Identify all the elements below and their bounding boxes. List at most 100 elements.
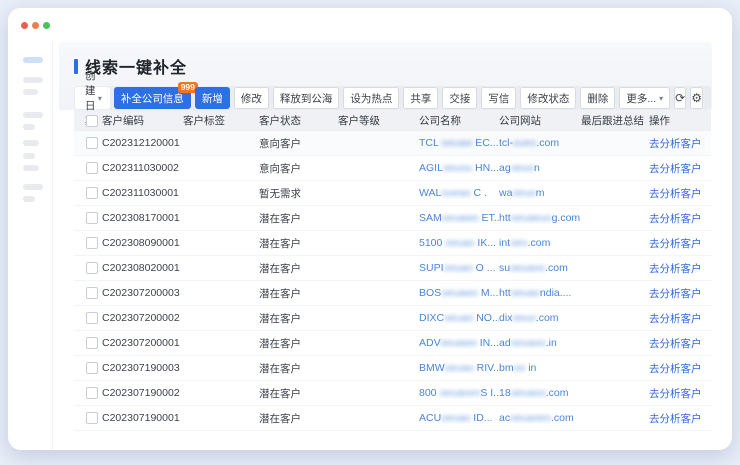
sidebar-skeleton-item[interactable] [23,140,39,146]
redacted-text: oeuaoo [511,387,546,399]
table-row: C202311030001 暂无需求 WALoueao C . waoeuom … [74,181,711,206]
row-checkbox[interactable] [86,337,98,349]
company-name-link[interactable]: BMWoeuao RIV... [419,362,499,374]
col-last-followup: 最后跟进总结 [581,113,649,128]
delete-button[interactable]: 删除 [580,87,615,109]
company-website-link[interactable]: agoeuon [499,162,581,174]
row-checkbox[interactable] [86,312,98,324]
sidebar-skeleton-item[interactable] [23,196,35,202]
company-website-link[interactable]: intoeo.com [499,237,581,249]
complete-company-info-button[interactable]: 补全公司信息 999 [114,87,191,109]
redacted-text: oeuawo [441,287,478,299]
company-website-link[interactable]: acoeuaoeo.com [499,412,581,424]
traffic-light-minimize-icon[interactable] [32,22,39,29]
analyze-customer-link[interactable]: 去分析客户 [649,163,702,175]
company-name-link[interactable]: SAMoeuawo ET... [419,212,499,224]
analyze-customer-link[interactable]: 去分析客户 [649,188,702,200]
company-name-link[interactable]: DIXCoeuao NO... [419,312,499,324]
edit-button[interactable]: 修改 [234,87,269,109]
company-name-link[interactable]: 800 oeuaoeoS I... [419,387,499,399]
set-hotspot-button[interactable]: 设为热点 [343,87,399,109]
customer-code: C202312120001 [102,137,183,149]
row-checkbox[interactable] [86,237,98,249]
table-row: C202307190001 潜在客户 ACUoeuao ID... acoeua… [74,406,711,431]
analyze-customer-link[interactable]: 去分析客户 [649,138,702,150]
sync-icon[interactable]: ⟳ [674,87,686,109]
table-header-row: 客户编码 客户标签 客户状态 客户等级 公司名称 公司网站 最后跟进总结 操作 [74,110,711,131]
traffic-light-close-icon[interactable] [21,22,28,29]
customer-code: C202307190003 [102,362,183,374]
analyze-customer-link[interactable]: 去分析客户 [649,213,702,225]
company-name-link[interactable]: 5100 oeuao IK... [419,237,499,249]
row-checkbox[interactable] [86,412,98,424]
release-to-pool-button[interactable]: 释放到公海 [273,87,340,109]
write-letter-button[interactable]: 写信 [481,87,516,109]
row-checkbox[interactable] [86,187,98,199]
col-customer-code: 客户编码 [102,113,183,128]
company-website-link[interactable]: bmoo in [499,362,581,374]
analyze-customer-link[interactable]: 去分析客户 [649,313,702,325]
row-checkbox[interactable] [86,287,98,299]
company-name-link[interactable]: SUPIoeuao O ... [419,262,499,274]
analyze-customer-link[interactable]: 去分析客户 [649,238,702,250]
row-checkbox[interactable] [86,362,98,374]
redacted-text: oeuaoo [511,337,546,349]
handover-button[interactable]: 交接 [442,87,477,109]
analyze-customer-link[interactable]: 去分析客户 [649,388,702,400]
company-name-link[interactable]: ADVoeuawo IN... [419,337,499,349]
customer-table: 客户编码 客户标签 客户状态 客户等级 公司名称 公司网站 最后跟进总结 操作 … [74,110,711,431]
company-website-link[interactable]: tcl-oueo.com [499,137,581,149]
customer-code: C202307200001 [102,337,183,349]
sidebar-skeleton-item[interactable] [23,89,38,95]
sidebar-skeleton-item[interactable] [23,57,43,63]
company-website-link[interactable]: 18oeuaoo.com [499,387,581,399]
company-name-link[interactable]: WALoueao C . [419,187,499,199]
sidebar-skeleton-item[interactable] [23,124,35,130]
customer-code: C202308020001 [102,262,183,274]
company-website-link[interactable]: waoeuom [499,187,581,199]
analyze-customer-link[interactable]: 去分析客户 [649,338,702,350]
table-row: C202308020001 潜在客户 SUPIoeuao O ... suoeu… [74,256,711,281]
sidebar-skeleton-item[interactable] [23,165,39,171]
company-name-link[interactable]: AGILoeuou HN... [419,162,499,174]
redacted-text: oeuaeuo [511,212,552,224]
analyze-customer-link[interactable]: 去分析客户 [649,263,702,275]
company-name-link[interactable]: TCL oeuaw EC... [419,137,499,149]
share-button[interactable]: 共享 [403,87,438,109]
company-website-link[interactable]: suoeuaoo.com [499,262,581,274]
select-all-checkbox[interactable] [86,115,98,127]
sidebar-skeleton-item[interactable] [23,112,43,118]
sidebar-skeleton-item[interactable] [23,77,43,83]
create-date-filter-dropdown[interactable]: 创建日期 ▾ [75,87,110,109]
company-website-link[interactable]: adoeuaoo.in [499,337,581,349]
add-button[interactable]: 新增 [195,87,230,109]
analyze-customer-link[interactable]: 去分析客户 [649,363,702,375]
table-row: C202307200002 潜在客户 DIXCoeuao NO... dixoe… [74,306,711,331]
table-row: C202307190003 潜在客户 BMWoeuao RIV... bmoo … [74,356,711,381]
traffic-light-zoom-icon[interactable] [43,22,50,29]
analyze-customer-link[interactable]: 去分析客户 [649,288,702,300]
sidebar-skeleton-item[interactable] [23,184,43,190]
row-checkbox[interactable] [86,212,98,224]
gear-icon[interactable]: ⚙ [690,87,703,109]
col-actions: 操作 [649,113,711,128]
company-name-link[interactable]: BOSoeuawo M... [419,287,499,299]
company-name-link[interactable]: ACUoeuao ID... [419,412,499,424]
customer-status: 潜在客户 [259,361,338,376]
page-header: 线索一键补全 创建日期 ▾ 补全公司信息 999 新增 修改 释放到公海 设为热… [59,42,712,110]
company-website-link[interactable]: httoeuaeuog.com [499,212,581,224]
row-checkbox[interactable] [86,137,98,149]
customer-status: 潜在客户 [259,236,338,251]
company-website-link[interactable]: dixoeuo.com [499,312,581,324]
company-website-link[interactable]: httoeuaondia.... [499,287,581,299]
change-status-button[interactable]: 修改状态 [520,87,576,109]
redacted-text: oeuaw [441,137,472,149]
sidebar-skeleton-item[interactable] [23,153,35,159]
customer-status: 潜在客户 [259,286,338,301]
more-button[interactable]: 更多... ▾ [619,87,670,109]
row-checkbox[interactable] [86,387,98,399]
row-checkbox[interactable] [86,262,98,274]
row-checkbox[interactable] [86,162,98,174]
redacted-text: oeuawo [442,212,479,224]
analyze-customer-link[interactable]: 去分析客户 [649,413,702,425]
